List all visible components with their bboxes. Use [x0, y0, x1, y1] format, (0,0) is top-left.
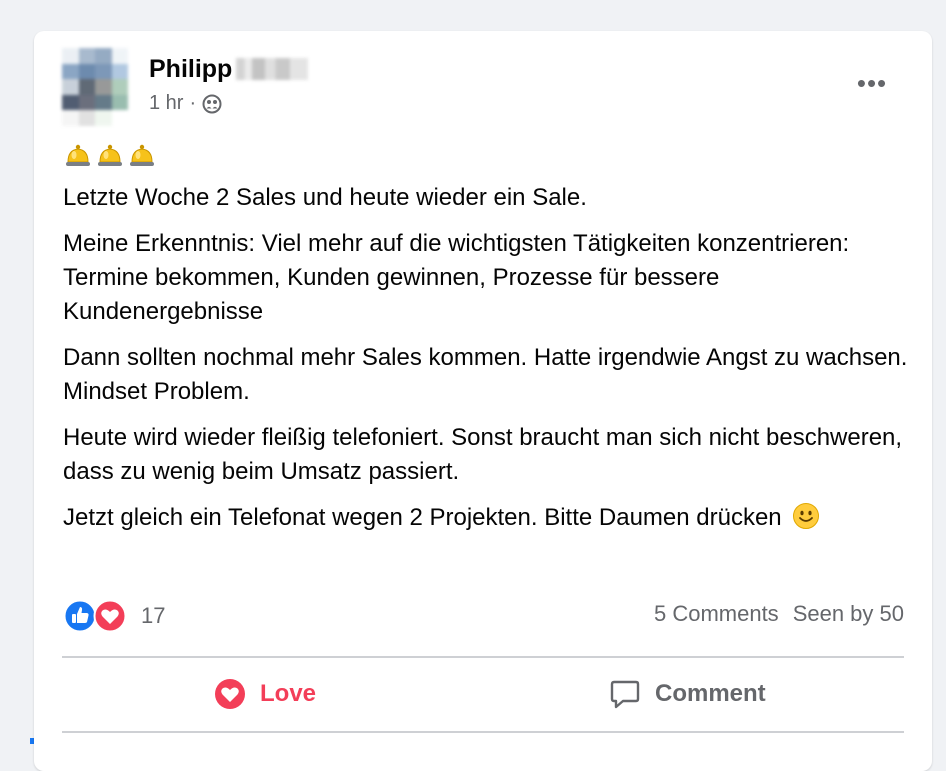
post-paragraph: Letzte Woche 2 Sales und heute wieder ei…: [63, 184, 587, 211]
post-paragraph: Dann sollten nochmal mehr Sales kommen. …: [63, 344, 908, 405]
bell-icon: [98, 144, 122, 166]
post-paragraph: Meine Erkenntnis: Viel mehr auf die wich…: [63, 230, 850, 325]
comment-icon: [610, 680, 640, 709]
divider: [62, 656, 904, 658]
heart-icon: [215, 679, 245, 709]
post-card: Philipp 1 hr · ••• Letzte Woche 2 Sales …: [34, 31, 932, 771]
redacted-surname: [236, 58, 309, 80]
reaction-summary[interactable]: 17: [63, 599, 165, 633]
post-paragraph-text: Jetzt gleich ein Telefonat wegen 2 Proje…: [63, 504, 782, 531]
post-stats: 5 Comments Seen by 50: [654, 601, 904, 627]
bell-icon: [130, 144, 154, 166]
smiley-icon: [793, 503, 820, 529]
comment-label: Comment: [655, 680, 766, 707]
friends-icon[interactable]: [202, 94, 222, 114]
love-button[interactable]: Love: [214, 671, 316, 717]
comments-count-link[interactable]: 5 Comments: [654, 601, 779, 627]
post-meta: 1 hr ·: [149, 92, 222, 115]
more-options-icon[interactable]: •••: [852, 67, 892, 99]
love-label: Love: [260, 680, 317, 707]
like-icon: [63, 599, 97, 633]
meta-separator: ·: [189, 92, 197, 114]
reaction-count: 17: [141, 603, 166, 628]
avatar[interactable]: [62, 48, 128, 126]
author-row: Philipp: [149, 53, 309, 85]
bell-icon: [66, 144, 90, 166]
seen-by-count[interactable]: Seen by 50: [793, 601, 904, 627]
comment-button[interactable]: Comment: [609, 671, 766, 717]
love-icon: [93, 599, 127, 633]
author-name[interactable]: Philipp: [149, 55, 232, 84]
emoji-line: [63, 139, 913, 173]
post-paragraph-last: Jetzt gleich ein Telefonat wegen 2 Proje…: [63, 501, 913, 535]
post-timestamp[interactable]: 1 hr: [149, 92, 183, 115]
post-body: Letzte Woche 2 Sales und heute wieder ei…: [63, 139, 913, 535]
post-paragraph: Heute wird wieder fleißig telefoniert. S…: [63, 424, 903, 485]
divider: [62, 731, 904, 733]
